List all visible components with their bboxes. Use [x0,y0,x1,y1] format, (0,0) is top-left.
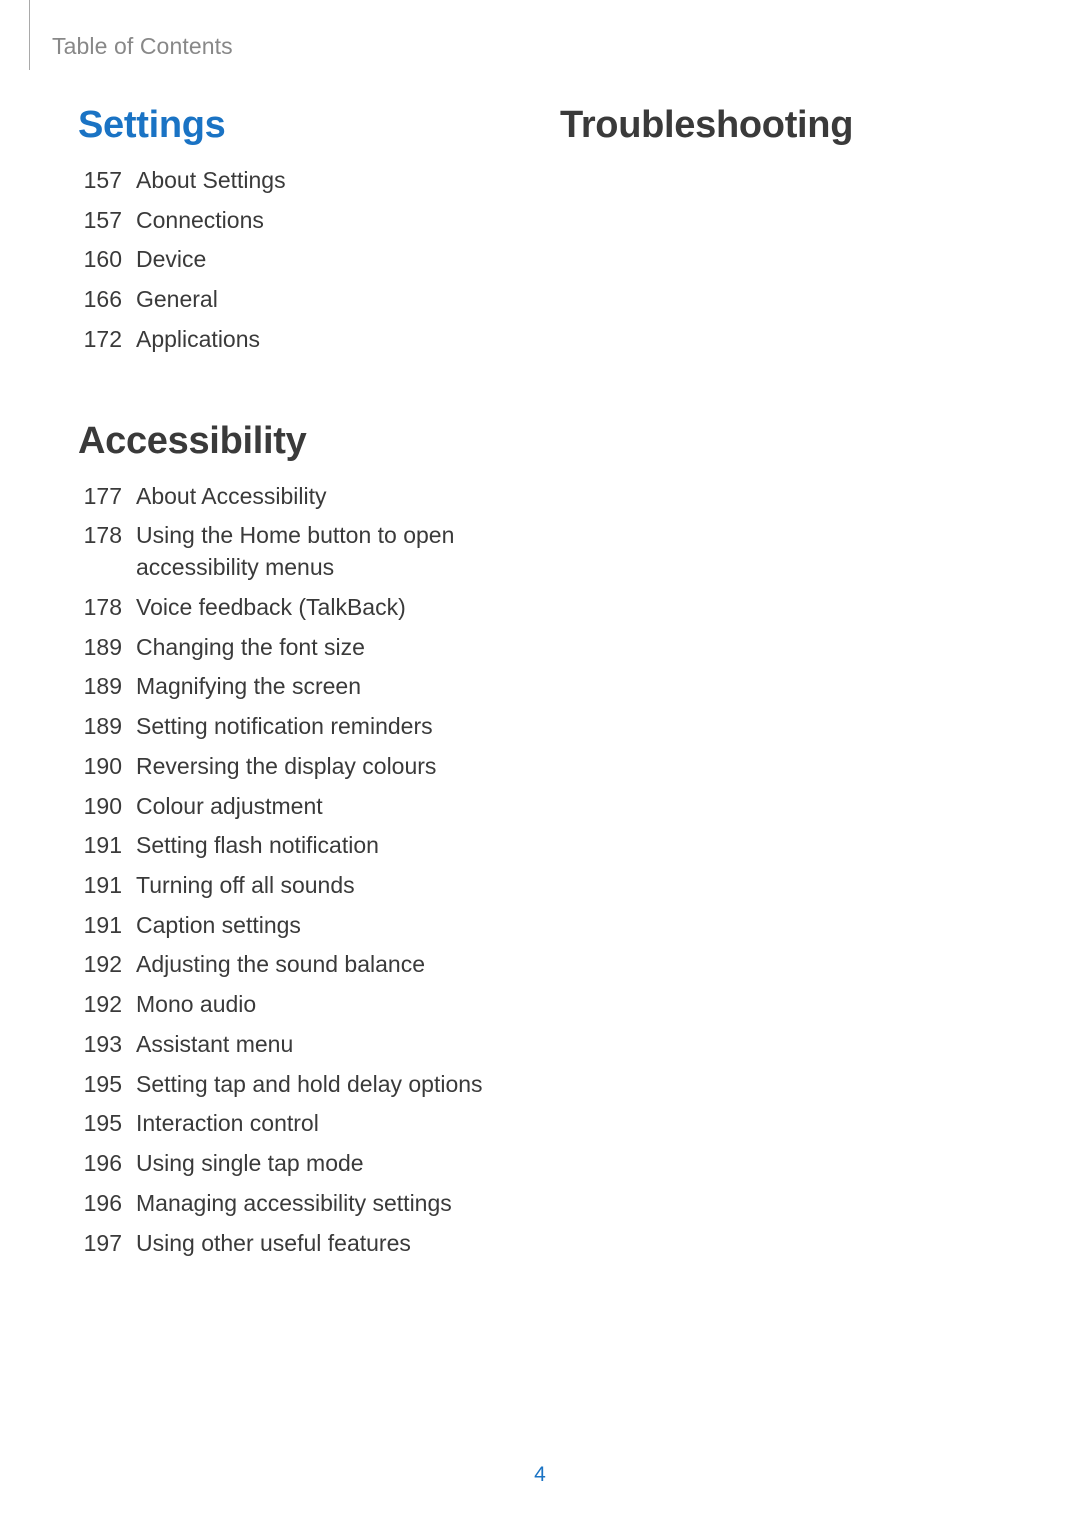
toc-entry[interactable]: 195 Interaction control [78,1108,520,1140]
toc-entry-page: 191 [78,910,122,942]
toc-entry[interactable]: 177 About Accessibility [78,481,520,513]
toc-entry[interactable]: 192 Mono audio [78,989,520,1021]
toc-entry-title: Using other useful features [136,1228,520,1260]
toc-entry[interactable]: 178 Voice feedback (TalkBack) [78,592,520,624]
toc-entry-title: Adjusting the sound balance [136,949,520,981]
toc-entry-page: 166 [78,284,122,316]
toc-entry[interactable]: 191 Setting flash notification [78,830,520,862]
toc-entry-title: General [136,284,520,316]
toc-entry[interactable]: 190 Reversing the display colours [78,751,520,783]
toc-section: Troubleshooting [560,104,1002,147]
toc-entry[interactable]: 195 Setting tap and hold delay options [78,1069,520,1101]
right-column: Troubleshooting [560,104,1002,1323]
section-heading: Accessibility [78,420,520,463]
toc-entry[interactable]: 178 Using the Home button to open accessi… [78,520,520,583]
toc-entry-page: 190 [78,791,122,823]
toc-entry-page: 177 [78,481,122,513]
toc-entry-page: 178 [78,592,122,624]
toc-entry-title: Device [136,244,520,276]
toc-entry-page: 157 [78,165,122,197]
toc-entry-page: 196 [78,1188,122,1220]
toc-list: 157 About Settings 157 Connections 160 Device… [78,165,520,356]
toc-entry-title: Changing the font size [136,632,520,664]
toc-entry-page: 172 [78,324,122,356]
toc-entry-title: About Settings [136,165,520,197]
toc-entry[interactable]: 193 Assistant menu [78,1029,520,1061]
toc-entry-page: 192 [78,989,122,1021]
toc-entry-title: Managing accessibility settings [136,1188,520,1220]
toc-entry-title: Reversing the display colours [136,751,520,783]
toc-entry[interactable]: 157 About Settings [78,165,520,197]
toc-columns: Settings157About Settings157Connections1… [78,104,1002,1323]
toc-entry[interactable]: 196 Managing accessibility settings [78,1188,520,1220]
toc-entry-page: 195 [78,1069,122,1101]
section-heading[interactable]: Settings [78,104,520,147]
toc-entry-title: Turning off all sounds [136,870,520,902]
toc-entry-page: 195 [78,1108,122,1140]
toc-entry-page: 191 [78,870,122,902]
toc-entry[interactable]: 189 Changing the font size [78,632,520,664]
vertical-rule [29,0,30,70]
toc-entry-page: 157 [78,205,122,237]
toc-entry-page: 190 [78,751,122,783]
toc-entry-page: 189 [78,711,122,743]
toc-entry-title: Interaction control [136,1108,520,1140]
toc-entry-title: Applications [136,324,520,356]
toc-entry-page: 192 [78,949,122,981]
toc-entry-title: Magnifying the screen [136,671,520,703]
toc-entry[interactable]: 160 Device [78,244,520,276]
toc-entry-title: Setting flash notification [136,830,520,862]
running-head: Table of Contents [52,33,233,60]
toc-entry-page: 196 [78,1148,122,1180]
toc-entry[interactable]: 192 Adjusting the sound balance [78,949,520,981]
toc-entry-page: 197 [78,1228,122,1260]
toc-entry[interactable]: 190 Colour adjustment [78,791,520,823]
toc-entry[interactable]: 172 Applications [78,324,520,356]
toc-entry[interactable]: 191 Caption settings [78,910,520,942]
toc-entry-title: Using the Home button to open accessibil… [136,520,520,583]
left-column: Settings157About Settings157Connections1… [78,104,520,1323]
toc-entry[interactable]: 197 Using other useful features [78,1228,520,1260]
toc-entry-title: Assistant menu [136,1029,520,1061]
toc-entry-title: Mono audio [136,989,520,1021]
toc-entry-title: Colour adjustment [136,791,520,823]
toc-entry-title: Setting tap and hold delay options [136,1069,520,1101]
toc-entry-title: Connections [136,205,520,237]
toc-entry-title: Caption settings [136,910,520,942]
page-number: 4 [0,1463,1080,1487]
toc-list: 177 About Accessibility 178 Using the Home … [78,481,520,1260]
toc-entry[interactable]: 166 General [78,284,520,316]
toc-section: Settings157About Settings157Connections1… [78,104,520,356]
toc-entry[interactable]: 191 Turning off all sounds [78,870,520,902]
toc-entry-page: 189 [78,671,122,703]
toc-entry-page: 191 [78,830,122,862]
toc-entry[interactable]: 189 Magnifying the screen [78,671,520,703]
toc-entry[interactable]: 196 Using single tap mode [78,1148,520,1180]
section-heading: Troubleshooting [560,104,1002,147]
toc-entry-page: 189 [78,632,122,664]
toc-entry-title: About Accessibility [136,481,520,513]
toc-section: Accessibility 177 About Accessibility 178 Us… [78,420,520,1260]
toc-entry-title: Setting notification reminders [136,711,520,743]
toc-entry-page: 178 [78,520,122,552]
toc-entry-page: 193 [78,1029,122,1061]
toc-entry-title: Voice feedback (TalkBack) [136,592,520,624]
toc-entry[interactable]: 189 Setting notification reminders [78,711,520,743]
toc-entry-title: Using single tap mode [136,1148,520,1180]
toc-entry[interactable]: 157 Connections [78,205,520,237]
toc-entry-page: 160 [78,244,122,276]
